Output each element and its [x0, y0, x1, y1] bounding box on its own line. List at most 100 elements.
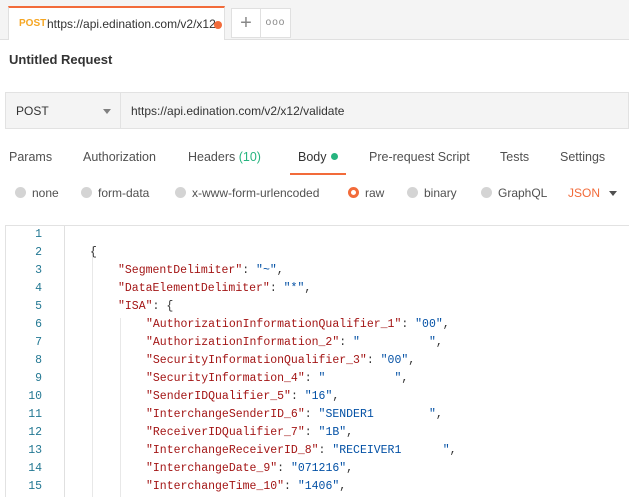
- code-text: "InterchangeSenderID_6": "SENDER1 ",: [146, 408, 443, 421]
- json-colon: :: [366, 354, 381, 367]
- chevron-down-icon[interactable]: [609, 191, 617, 196]
- line-number: 1: [35, 228, 42, 241]
- json-key: "ISA": [118, 300, 153, 313]
- radio-graphql-label: GraphQL: [498, 186, 548, 200]
- tab-headers[interactable]: Headers (10): [188, 150, 261, 164]
- json-key: "SecurityInformationQualifier_3": [146, 354, 367, 367]
- tab-options-button[interactable]: ooo: [261, 8, 291, 38]
- code-line: 7 "AuthorizationInformation_2": " ",: [6, 336, 626, 354]
- method-select[interactable]: POST: [5, 92, 121, 129]
- request-tab[interactable]: POST https://api.edination.com/v2/x12/va…: [8, 6, 225, 40]
- body-indicator-dot-icon: [330, 153, 338, 160]
- line-number: 14: [28, 462, 42, 475]
- tab-headers-label: Headers: [188, 150, 236, 164]
- json-colon: :: [304, 372, 319, 385]
- request-tab-method: POST: [19, 18, 47, 29]
- json-colon: :: [304, 408, 319, 421]
- radio-raw-label: raw: [365, 186, 385, 200]
- radio-binary-label: binary: [424, 186, 457, 200]
- radio-form-data[interactable]: form-data: [81, 186, 149, 200]
- json-value: "1406": [297, 480, 340, 493]
- json-key: "AuthorizationInformation_2": [146, 336, 340, 349]
- code-text: "ISA": {: [118, 300, 173, 313]
- request-subtabs: Params Authorization Headers (10) Body P…: [0, 142, 629, 176]
- url-input[interactable]: https://api.edination.com/v2/x12/validat…: [121, 92, 629, 129]
- json-key: "DataElementDelimiter": [118, 282, 270, 295]
- code-text: "DataElementDelimiter": "*",: [118, 282, 311, 295]
- radio-none[interactable]: none: [15, 186, 59, 200]
- code-line: 14 "InterchangeDate_9": "071216",: [6, 462, 626, 480]
- tab-authorization[interactable]: Authorization: [83, 150, 156, 164]
- tab-body[interactable]: Body: [298, 150, 338, 164]
- json-key: "ReceiverIDQualifier_7": [146, 426, 305, 439]
- line-number: 15: [28, 480, 42, 493]
- line-number: 4: [35, 282, 42, 295]
- code-text: {: [90, 246, 97, 259]
- radio-circle-icon: [175, 187, 186, 198]
- tab-settings[interactable]: Settings: [560, 150, 605, 164]
- url-input-value: https://api.edination.com/v2/x12/validat…: [131, 104, 345, 118]
- tab-params[interactable]: Params: [9, 150, 52, 164]
- line-number: 10: [28, 390, 42, 403]
- tab-tests[interactable]: Tests: [500, 150, 529, 164]
- json-colon: :: [304, 426, 319, 439]
- line-number: 12: [28, 426, 42, 439]
- json-key: "InterchangeDate_9": [146, 462, 278, 475]
- radio-circle-icon: [407, 187, 418, 198]
- tab-strip: POST https://api.edination.com/v2/x12/va…: [0, 0, 629, 40]
- json-colon: :: [339, 336, 354, 349]
- code-text: "AuthorizationInformationQualifier_1": "…: [146, 318, 450, 331]
- line-number: 3: [35, 264, 42, 277]
- code-text: "InterchangeTime_10": "1406",: [146, 480, 346, 493]
- code-text: "SenderIDQualifier_5": "16",: [146, 390, 339, 403]
- radio-circle-icon: [15, 187, 26, 198]
- radio-form-data-label: form-data: [98, 186, 150, 200]
- json-punctuation: ,: [449, 444, 457, 457]
- line-number: 6: [35, 318, 42, 331]
- json-punctuation: ,: [442, 318, 450, 331]
- code-line: 13 "InterchangeReceiverID_8": "RECEIVER1 …: [6, 444, 626, 462]
- code-text: "SecurityInformation_4": " ",: [146, 372, 408, 385]
- code-text: "SecurityInformationQualifier_3": "00",: [146, 354, 415, 367]
- code-line: 9 "SecurityInformation_4": " ",: [6, 372, 626, 390]
- json-key: "AuthorizationInformationQualifier_1": [146, 318, 402, 331]
- json-colon: :: [290, 390, 305, 403]
- json-punctuation: ,: [304, 282, 312, 295]
- json-key: "InterchangeSenderID_6": [146, 408, 305, 421]
- json-key: "SecurityInformation_4": [146, 372, 305, 385]
- request-tab-url: https://api.edination.com/v2/x12/validat…: [47, 17, 217, 31]
- json-value: " ": [353, 336, 436, 349]
- body-editor[interactable]: 1 2{3 "SegmentDelimiter": "~", 4 "DataElemen…: [5, 225, 629, 497]
- code-line: 2{: [6, 246, 626, 264]
- code-line: 4 "DataElementDelimiter": "*",: [6, 282, 626, 300]
- json-key: "SenderIDQualifier_5": [146, 390, 291, 403]
- json-punctuation: ,: [276, 264, 284, 277]
- radio-binary[interactable]: binary: [407, 186, 457, 200]
- radio-raw[interactable]: raw: [348, 186, 384, 200]
- code-line: 11 "InterchangeSenderID_6": "SENDER1 ",: [6, 408, 626, 426]
- method-select-value: POST: [16, 104, 49, 118]
- json-value: "16": [304, 390, 333, 403]
- radio-none-label: none: [32, 186, 59, 200]
- format-dropdown[interactable]: JSON: [568, 186, 600, 200]
- line-number: 13: [28, 444, 42, 457]
- json-punctuation: ,: [435, 336, 443, 349]
- json-value: "SENDER1 ": [318, 408, 436, 421]
- json-value: "*": [283, 282, 305, 295]
- tab-prerequest-script[interactable]: Pre-request Script: [369, 150, 470, 164]
- line-number: 2: [35, 246, 42, 259]
- new-tab-button[interactable]: +: [231, 8, 261, 38]
- line-number: 8: [35, 354, 42, 367]
- radio-circle-icon: [81, 187, 92, 198]
- code-text: "SegmentDelimiter": "~",: [118, 264, 284, 277]
- radio-selected-icon: [348, 187, 359, 198]
- json-key: "InterchangeTime_10": [146, 480, 285, 493]
- json-value: "RECEIVER1 ": [332, 444, 450, 457]
- request-title[interactable]: Untitled Request: [9, 52, 112, 67]
- radio-urlencoded[interactable]: x-www-form-urlencoded: [175, 186, 319, 200]
- json-punctuation: ,: [408, 354, 416, 367]
- code-line: 3 "SegmentDelimiter": "~",: [6, 264, 626, 282]
- radio-graphql[interactable]: GraphQL: [481, 186, 547, 200]
- json-punctuation: ,: [401, 372, 409, 385]
- json-punctuation: : {: [152, 300, 174, 313]
